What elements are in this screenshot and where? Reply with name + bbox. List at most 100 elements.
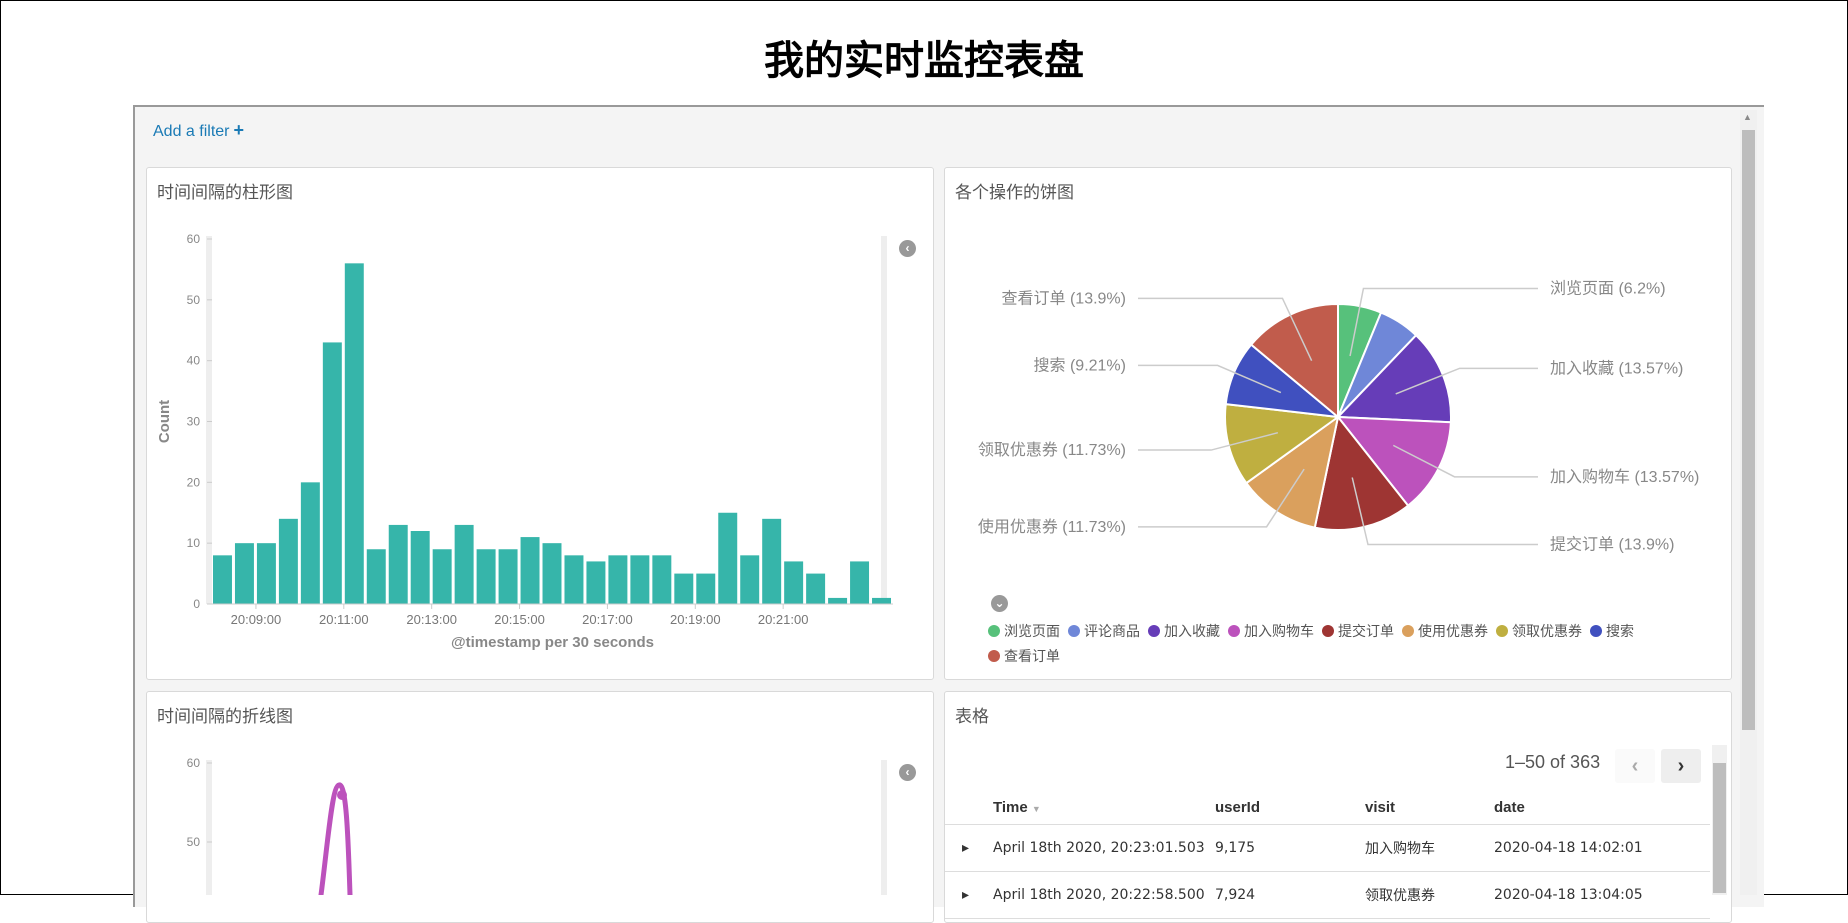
- bar: [476, 549, 496, 604]
- plus-icon: +: [233, 120, 244, 140]
- column-header-userid[interactable]: userId: [1215, 790, 1365, 825]
- legend-dot-icon: [1068, 625, 1080, 637]
- legend-label: 搜索: [1606, 624, 1634, 640]
- legend-dot-icon: [1148, 625, 1160, 637]
- bar: [542, 543, 562, 604]
- legend-toggle-icon[interactable]: ‹: [899, 764, 916, 781]
- legend-item[interactable]: 查看订单: [988, 645, 1060, 670]
- x-tick-label: 20:11:00: [319, 612, 369, 627]
- legend-item[interactable]: 浏览页面: [988, 620, 1060, 645]
- bar: [608, 555, 628, 604]
- expand-row-icon[interactable]: ▸: [945, 871, 993, 919]
- pagination-text: 1–50 of 363: [1505, 752, 1601, 772]
- pie-label: 加入收藏 (13.57%): [1550, 359, 1683, 377]
- pie-chart: 浏览页面 (6.2%) 加入收藏 (13.57%) 加入购物车 (13.57%) 提交…: [978, 279, 1700, 553]
- expand-row-icon[interactable]: ▸: [945, 824, 993, 872]
- bar: [278, 518, 298, 604]
- cell-userid: 9,175: [1215, 824, 1365, 872]
- legend-dot-icon: [1590, 625, 1602, 637]
- bar: [410, 531, 430, 604]
- column-header-time[interactable]: Time ▼: [993, 790, 1215, 825]
- legend-item[interactable]: 搜索: [1590, 620, 1634, 645]
- y-tick-label: 10: [187, 536, 201, 550]
- legend-item[interactable]: 领取优惠券: [1496, 620, 1582, 645]
- scroll-up-icon[interactable]: ▲: [1743, 112, 1752, 122]
- bar: [740, 555, 760, 604]
- document-table: Time ▼ userId visit date ▸ April 18th 20…: [945, 790, 1710, 919]
- cell-visit: 加入购物车: [1365, 824, 1494, 872]
- pie-label: 加入购物车 (13.57%): [1550, 468, 1699, 486]
- chevron-left-icon: ‹: [1631, 755, 1639, 777]
- prev-page-button[interactable]: ‹: [1615, 749, 1655, 783]
- legend-dot-icon: [1322, 625, 1334, 637]
- table-row[interactable]: ▸ April 18th 2020, 20:23:01.503 9,175 加入…: [945, 824, 1710, 872]
- y-axis-title: Count: [156, 400, 173, 443]
- legend-dot-icon: [1228, 625, 1240, 637]
- table-scroll-thumb[interactable]: [1713, 763, 1726, 893]
- x-tick-label: 20:15:00: [494, 612, 545, 627]
- scroll-thumb[interactable]: [1742, 130, 1755, 730]
- bar: [630, 555, 650, 604]
- line-point: [337, 790, 347, 800]
- bar: [498, 549, 518, 604]
- y-tick-label: 50: [187, 835, 201, 849]
- legend-item[interactable]: 加入收藏: [1148, 620, 1220, 645]
- bar: [388, 524, 408, 604]
- y-axis-band: [206, 236, 212, 604]
- legend-item[interactable]: 加入购物车: [1228, 620, 1314, 645]
- table-row[interactable]: ▸ April 18th 2020, 20:22:58.500 7,924 领取…: [945, 871, 1710, 919]
- cell-visit: 领取优惠券: [1365, 871, 1494, 919]
- add-filter-link[interactable]: Add a filter +: [153, 120, 244, 141]
- expand-column-header: [945, 790, 993, 825]
- legend-collapse-icon[interactable]: ⌄: [991, 595, 1008, 612]
- bar: [213, 555, 232, 604]
- chevron-right-icon: ›: [1677, 755, 1685, 777]
- legend-dot-icon: [1496, 625, 1508, 637]
- sort-caret-icon[interactable]: ▼: [1032, 804, 1041, 814]
- next-page-button[interactable]: ›: [1661, 749, 1701, 783]
- column-header-visit[interactable]: visit: [1365, 790, 1494, 825]
- legend-label: 加入收藏: [1164, 624, 1220, 640]
- legend-toggle-icon[interactable]: ‹: [899, 240, 916, 257]
- legend-item[interactable]: 使用优惠券: [1402, 620, 1488, 645]
- bar: [300, 482, 320, 604]
- bar: [652, 555, 672, 604]
- page-title: 我的实时监控表盘: [764, 38, 1084, 84]
- legend-item[interactable]: 评论商品: [1068, 620, 1140, 645]
- bar-chart: 0 10 20 30 40 50 60 20:09:00 20:11:00 20:13:00 20:…: [156, 232, 893, 651]
- bar: [520, 537, 540, 604]
- x-tick-label: 20:21:00: [758, 612, 809, 627]
- legend-dot-icon: [988, 625, 1000, 637]
- bar: [718, 512, 738, 604]
- bar: [784, 561, 804, 604]
- right-axis-band: [881, 236, 887, 604]
- y-tick-label: 0: [193, 597, 200, 611]
- x-tick-label: 20:09:00: [231, 612, 282, 627]
- legend-label: 评论商品: [1084, 624, 1140, 640]
- legend-item[interactable]: 提交订单: [1322, 620, 1394, 645]
- bar: [454, 524, 474, 604]
- table-header-row: Time ▼ userId visit date: [945, 790, 1710, 825]
- pie-legend: 浏览页面 评论商品 加入收藏 加入购物车 提交订单 使用优惠券 领取优惠券 搜索查看订单: [988, 620, 1688, 670]
- table-scrollbar[interactable]: [1712, 745, 1727, 895]
- add-filter-label: Add a filter: [153, 123, 230, 140]
- series-line: [318, 782, 353, 895]
- bar: [564, 555, 584, 604]
- cell-date: 2020-04-18 14:02:01: [1494, 824, 1710, 872]
- legend-label: 领取优惠券: [1512, 624, 1582, 640]
- bar: [696, 573, 716, 604]
- x-axis-title: @timestamp per 30 seconds: [451, 634, 654, 651]
- x-tick-label: 20:19:00: [670, 612, 721, 627]
- legend-label: 加入购物车: [1244, 624, 1314, 640]
- legend-dot-icon: [988, 650, 1000, 662]
- column-header-date[interactable]: date: [1494, 790, 1710, 825]
- cell-userid: 7,924: [1215, 871, 1365, 919]
- right-axis-band: [881, 760, 887, 895]
- bar: [828, 597, 848, 604]
- legend-label: 浏览页面: [1004, 624, 1060, 640]
- cell-time: April 18th 2020, 20:22:58.500: [993, 871, 1215, 919]
- page-scrollbar[interactable]: ▲: [1740, 110, 1757, 895]
- legend-label: 查看订单: [1004, 649, 1060, 665]
- bar: [872, 597, 891, 604]
- bar: [322, 342, 342, 604]
